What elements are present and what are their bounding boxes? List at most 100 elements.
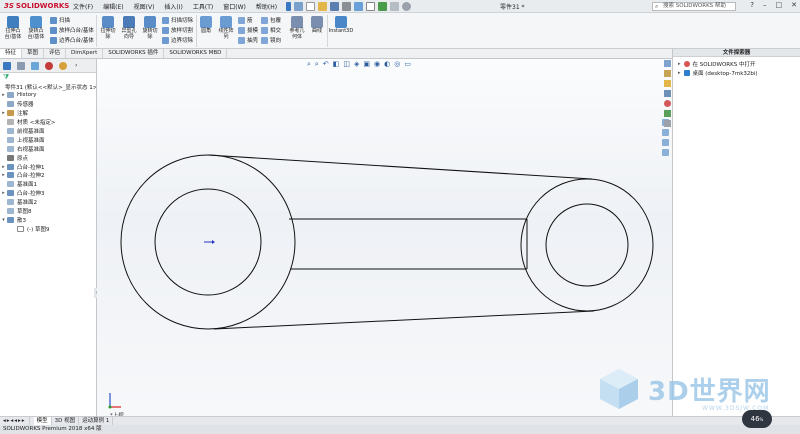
solidworks-forum-tab-icon[interactable]	[664, 120, 671, 127]
feature-tree-item[interactable]: 材质 <未指定>	[0, 118, 96, 127]
expand-arrow-icon[interactable]: ▸	[0, 92, 7, 98]
menu-item[interactable]: 文件(F)	[68, 2, 98, 11]
command-tab[interactable]: 评估	[44, 49, 67, 58]
feature-tree-item[interactable]: 草图8	[0, 207, 96, 216]
file-properties-icon[interactable]	[390, 1, 400, 11]
rebuild-icon[interactable]	[378, 1, 388, 11]
sketch-canvas[interactable]	[97, 59, 672, 416]
expand-arrow-icon[interactable]: ▸	[678, 61, 681, 67]
select-arrow-icon[interactable]	[366, 1, 376, 11]
file-explorer-item[interactable]: ▸ 在 SOLIDWORKS 中打开	[673, 59, 800, 68]
command-tab[interactable]: SOLIDWORKS 插件	[103, 49, 165, 58]
configuration-manager-tab-icon[interactable]	[31, 61, 39, 70]
expand-arrow-icon[interactable]: ▸	[678, 70, 681, 76]
pin-icon[interactable]	[286, 1, 292, 11]
menu-item[interactable]: 帮助(H)	[251, 2, 282, 11]
extruded-boss-button[interactable]: 拉伸凸 台/基体	[2, 16, 24, 40]
small-boss-outer-circle[interactable]	[520, 178, 654, 312]
linear-pattern-button[interactable]: 线性阵 列	[216, 16, 236, 40]
tangent-line-bottom[interactable]	[213, 310, 595, 330]
feature-tree-item[interactable]: ▸ 凸台-拉伸2	[0, 171, 96, 180]
help-search-input[interactable]: ⌕ 搜索 SOLIDWORKS 帮助	[652, 2, 736, 11]
feature-tree-item[interactable]: ▸ History	[0, 91, 96, 100]
swept-cut-button[interactable]: 扫描切除	[162, 16, 193, 24]
shell-button[interactable]: 抽壳	[238, 36, 258, 44]
feature-tree-item[interactable]: 传感器	[0, 100, 96, 109]
command-tab[interactable]: 草图	[22, 49, 45, 58]
menu-item[interactable]: 插入(I)	[159, 2, 187, 11]
hole-wizard-button[interactable]: 异型孔 向导	[119, 16, 139, 40]
graphics-area[interactable]: ⌕ ⌕ ↶ ◧ ◫ ◈ ▣ ◉ ◐ ◎ ▭	[97, 59, 672, 419]
open-folder-icon[interactable]	[318, 1, 328, 11]
filter-icon[interactable]: ⧩	[0, 73, 96, 82]
wrap-button[interactable]: 包覆	[261, 16, 281, 24]
command-tab[interactable]: SOLIDWORKS MBD	[164, 49, 228, 58]
instant3d-button[interactable]: Instant3D	[329, 16, 353, 35]
rib-button[interactable]: 筋	[238, 16, 253, 24]
swept-boss-button[interactable]: 扫描	[50, 16, 70, 24]
tab-scroll-arrows[interactable]: ◂▸◂◂▸▸	[0, 417, 30, 425]
performance-badge[interactable]: 46%	[742, 410, 772, 428]
menu-item[interactable]: 窗口(W)	[218, 2, 251, 11]
save-icon[interactable]	[330, 1, 340, 11]
feature-tree-item[interactable]: 右视基准面	[0, 144, 96, 153]
expand-arrow-icon[interactable]: ▾	[0, 217, 7, 223]
feature-tree-item[interactable]: 原点	[0, 153, 96, 162]
design-library-tab-icon[interactable]	[664, 70, 671, 77]
help-button[interactable]: ?	[750, 1, 754, 9]
feature-tree-item[interactable]: 基准面2	[0, 198, 96, 207]
tab-model[interactable]: 模型	[33, 417, 52, 425]
fillet-button[interactable]: 圆角	[197, 16, 215, 35]
expand-arrow-icon[interactable]: ▸	[0, 190, 7, 196]
expand-arrow-icon[interactable]: ▸	[0, 172, 7, 178]
solidworks-logo[interactable]: 3S SOLIDWORKS	[0, 2, 69, 10]
tab-motion-study[interactable]: 运动算例 1	[79, 417, 114, 425]
extruded-cut-button[interactable]: 拉伸切 除	[98, 16, 118, 40]
feature-tree-item[interactable]: 上视基准面	[0, 135, 96, 144]
tangent-line-top[interactable]	[207, 154, 593, 180]
expand-arrow-icon[interactable]: ▸	[0, 110, 7, 116]
maximize-button[interactable]: □	[776, 1, 783, 9]
property-manager-tab-icon[interactable]	[17, 61, 25, 70]
expand-arrow-icon[interactable]: ▸	[0, 164, 7, 170]
boundary-cut-button[interactable]: 边界切除	[162, 36, 193, 44]
curves-button[interactable]: 曲线	[309, 16, 325, 35]
view-palette-tab-icon[interactable]	[664, 90, 671, 97]
display-manager-tab-icon[interactable]	[59, 61, 67, 70]
revolved-boss-button[interactable]: 旋转凸 台/基体	[25, 16, 47, 40]
menu-item[interactable]: 视图(V)	[129, 2, 160, 11]
feature-tree-item[interactable]: ▸ 凸台-拉伸1	[0, 162, 96, 171]
feature-tree-item[interactable]: ▾ 散3	[0, 215, 96, 224]
menu-item[interactable]: 工具(T)	[188, 2, 218, 11]
solidworks-resources-tab-icon[interactable]	[664, 60, 671, 67]
feature-tree-item[interactable]: 基准面1	[0, 180, 96, 189]
new-document-icon[interactable]	[306, 1, 316, 11]
minimize-button[interactable]: –	[763, 1, 767, 9]
close-button[interactable]: ✕	[791, 1, 797, 9]
heads-up-icon-3[interactable]	[662, 139, 669, 146]
lofted-cut-button[interactable]: 放样切割	[162, 26, 193, 34]
command-tab[interactable]: DimXpert	[66, 49, 104, 58]
draft-button[interactable]: 拔模	[238, 26, 258, 34]
revolved-cut-button[interactable]: 旋转切 除	[140, 16, 160, 40]
feature-tree-item[interactable]: ▸ 注解	[0, 109, 96, 118]
command-tab[interactable]: 特征	[0, 49, 23, 58]
file-explorer-tab-icon[interactable]	[664, 80, 671, 87]
feature-tree-root[interactable]: 零件31 (默认<<默认>_显示状态 1>)	[0, 82, 96, 91]
lofted-boss-button[interactable]: 放样凸台/基体	[50, 26, 94, 34]
feature-tree-item[interactable]: 前视基准面	[0, 127, 96, 136]
small-boss-inner-circle[interactable]	[545, 203, 629, 287]
undo-icon[interactable]	[354, 1, 364, 11]
menu-item[interactable]: 编辑(E)	[98, 2, 128, 11]
chevron-right-icon[interactable]: ›	[75, 62, 77, 69]
dimxpert-manager-tab-icon[interactable]	[45, 61, 53, 70]
options-gear-icon[interactable]	[402, 1, 412, 11]
file-explorer-item[interactable]: ▸ 桌面 (desktop-7mk32bi)	[673, 68, 800, 77]
mirror-button[interactable]: 镜向	[261, 36, 281, 44]
tab-3d-views[interactable]: 3D 视图	[52, 417, 80, 425]
print-icon[interactable]	[342, 1, 352, 11]
feature-tree-item[interactable]: ▸ 凸台-拉伸3	[0, 189, 96, 198]
appearances-tab-icon[interactable]	[664, 100, 671, 107]
home-icon[interactable]	[294, 1, 304, 11]
reference-geometry-button[interactable]: 参考几 何体	[286, 16, 308, 40]
